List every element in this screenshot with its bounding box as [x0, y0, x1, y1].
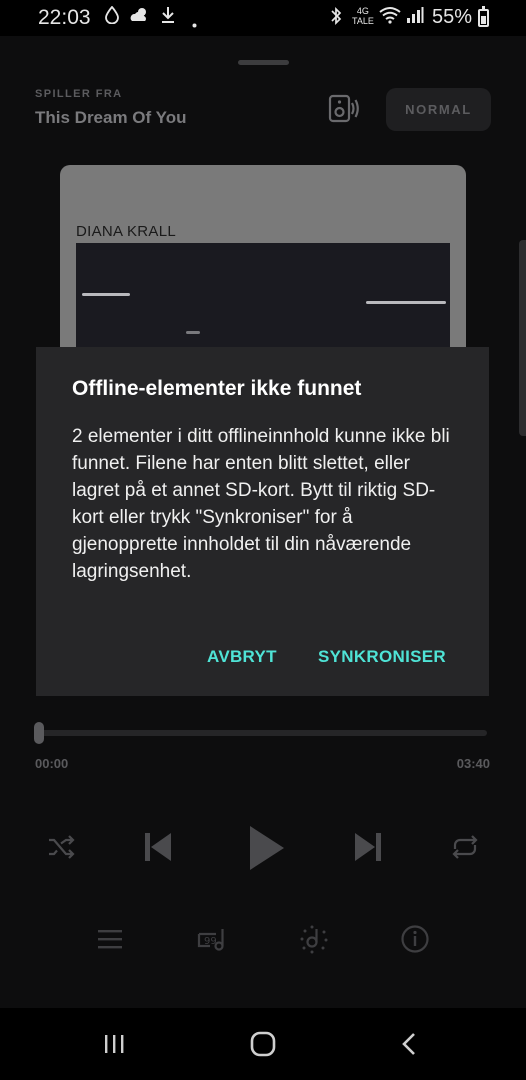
shuffle-icon[interactable]: [44, 830, 78, 864]
credits-icon[interactable]: [296, 922, 332, 956]
album-artist-text: DIANA KRALL: [76, 223, 177, 240]
time-elapsed: 00:00: [35, 756, 69, 771]
cancel-button[interactable]: AVBRYT: [207, 647, 277, 667]
battery-percent: 55%: [432, 6, 473, 28]
water-drop-icon: [104, 5, 120, 29]
lyrics-icon[interactable]: 99: [194, 922, 230, 956]
back-icon[interactable]: [394, 1028, 424, 1060]
battery-icon: [478, 6, 489, 27]
quality-mode-button[interactable]: NORMAL: [386, 88, 491, 131]
network-type-label: 4G TALE: [352, 6, 374, 26]
progress-thumb[interactable]: [34, 722, 44, 744]
home-icon[interactable]: [246, 1028, 280, 1060]
wifi-icon: [378, 6, 402, 29]
edge-panel-handle[interactable]: [519, 240, 526, 436]
dialog-message: 2 elementer i ditt offlineinnhold kunne …: [72, 426, 450, 582]
progress-bar[interactable]: [35, 730, 487, 736]
recent-apps-icon[interactable]: [98, 1030, 130, 1058]
weather-icon: [128, 6, 150, 29]
drag-handle[interactable]: [238, 60, 289, 65]
bluetooth-icon: [330, 6, 342, 31]
queue-icon[interactable]: [94, 924, 126, 954]
offline-items-dialog: Offline-elementer ikke funnet 2 elemente…: [36, 347, 489, 696]
dialog-title: Offline-elementer ikke funnet: [72, 377, 362, 400]
previous-icon[interactable]: [138, 826, 178, 868]
cast-device-icon[interactable]: [326, 92, 360, 126]
status-bar: 22:03 4G TALE 55%: [0, 0, 526, 36]
next-icon[interactable]: [348, 826, 388, 868]
status-time: 22:03: [38, 6, 91, 29]
signal-icon: [406, 6, 424, 29]
info-icon[interactable]: [398, 922, 432, 956]
download-icon: [160, 6, 176, 29]
system-navigation-bar: [0, 1008, 526, 1080]
playing-from-title[interactable]: This Dream Of You: [35, 108, 186, 128]
time-total: 03:40: [456, 756, 490, 771]
playing-from-label: SPILLER FRA: [35, 88, 123, 100]
play-icon[interactable]: [240, 821, 290, 875]
repeat-icon[interactable]: [447, 830, 483, 864]
dot-icon: [192, 13, 197, 33]
synchronize-button[interactable]: SYNKRONISER: [318, 647, 446, 667]
